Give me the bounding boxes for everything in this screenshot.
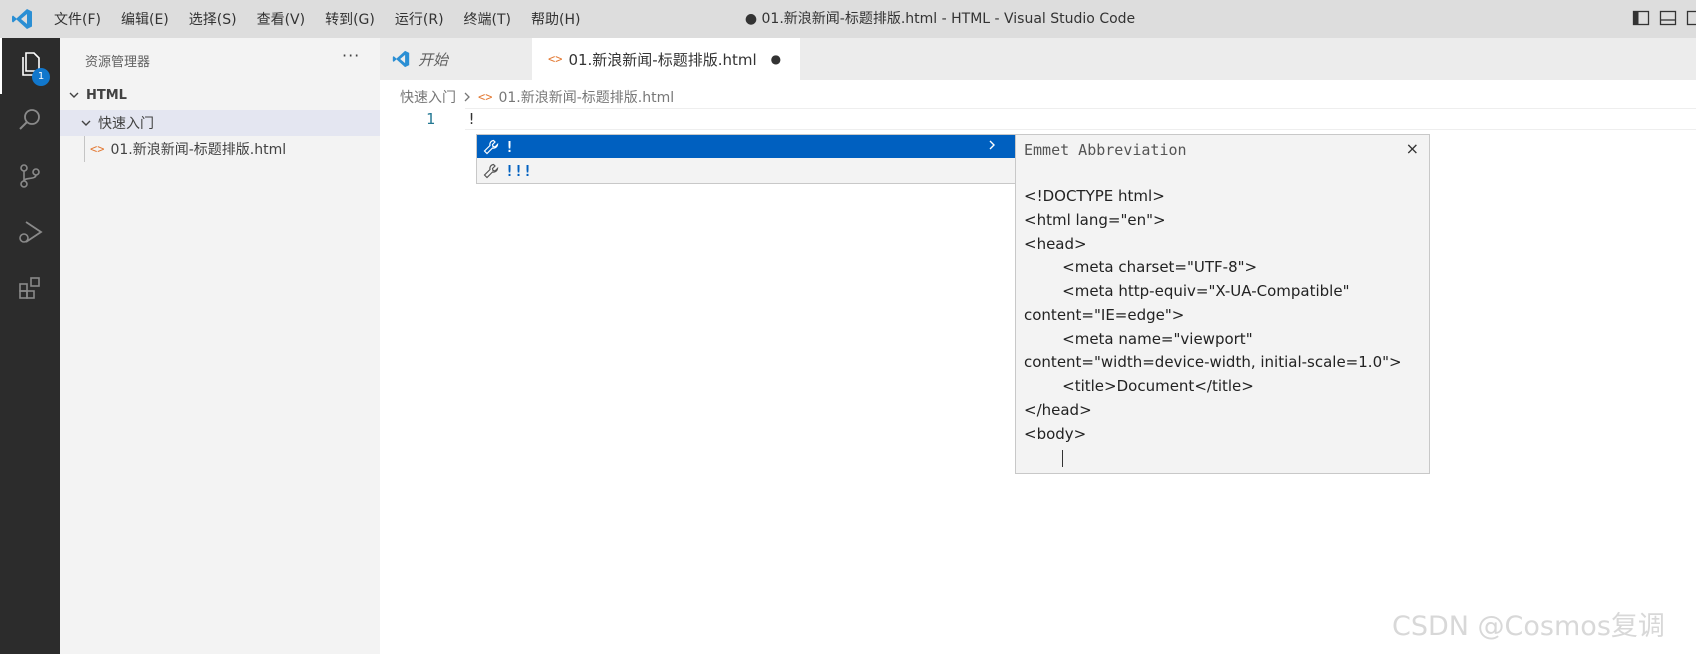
wrench-icon [483,163,499,179]
menu-terminal[interactable]: 终端(T) [464,9,511,29]
tree-folder-label: 快速入门 [98,116,154,132]
breadcrumb-folder[interactable]: 快速入门 [400,87,456,107]
more-actions-icon[interactable]: ··· [342,46,360,65]
breadcrumb-file[interactable]: 01.新浪新闻-标题排版.html [498,87,674,107]
tab-html-file[interactable]: <> 01.新浪新闻-标题排版.html ● [532,38,800,80]
source-control-icon [16,162,44,194]
menu-go[interactable]: 转到(G) [325,9,375,29]
html-file-icon: <> [90,142,105,156]
activity-source-control[interactable] [0,150,60,206]
details-line: <meta http-equiv="X-UA-Compatible" [1024,282,1350,300]
tabstop-cursor [1062,450,1063,467]
editor-tabs: 开始 <> 01.新浪新闻-标题排版.html ● [380,38,1696,80]
toggle-sidebar-icon[interactable] [1632,9,1650,31]
details-line: <!DOCTYPE html> [1024,187,1165,205]
menu-run[interactable]: 运行(R) [395,9,444,29]
tab-welcome[interactable]: 开始 [380,38,532,80]
chevron-right-icon[interactable] [987,137,997,157]
html-file-icon: <> [548,52,563,66]
layout-controls [1632,9,1696,31]
chevron-down-icon [66,89,82,101]
tree-file-html[interactable]: <> 01.新浪新闻-标题排版.html [60,136,380,162]
details-code: <!DOCTYPE html> <html lang="en"> <head> … [1024,185,1424,446]
details-header: Emmet Abbreviation [1024,141,1187,159]
chevron-down-icon [78,117,94,129]
activity-extensions[interactable] [0,262,60,318]
details-line: <body> [1024,424,1087,443]
menu-bar: 文件(F) 编辑(E) 选择(S) 查看(V) 转到(G) 运行(R) 终端(T… [54,0,600,38]
vscode-logo-icon [11,8,33,34]
details-line: <html lang="en"> [1024,210,1166,229]
html-file-icon: <> [478,90,493,104]
suggest-item[interactable]: ! [477,135,1015,158]
tree-root-html[interactable]: HTML [60,82,380,108]
details-line: <meta charset="UTF-8"> [1024,258,1258,277]
details-line: </head> [1024,400,1092,419]
menu-edit[interactable]: 编辑(E) [121,9,169,29]
activity-explorer[interactable]: 1 [0,38,60,94]
toggle-panel-icon[interactable] [1659,9,1677,31]
sidebar-title: 资源管理器 [85,55,151,70]
current-line-highlight [465,108,1696,130]
suggest-item-label: !!! [505,161,533,180]
wrench-icon [483,139,499,155]
details-line: content="IE=edge"> [1024,305,1185,324]
menu-selection[interactable]: 选择(S) [189,9,237,29]
chevron-right-icon [462,91,472,103]
activity-search[interactable] [0,94,60,150]
close-icon[interactable]: × [1406,139,1419,158]
code-line[interactable]: ! [467,110,476,128]
details-line: <title>Document</title> [1024,377,1254,395]
line-number: 1 [425,110,435,128]
breadcrumb: 快速入门 <> 01.新浪新闻-标题排版.html [400,86,674,108]
extensions-icon [16,274,44,306]
tree-folder-quickstart[interactable]: 快速入门 [60,110,380,136]
tab-html-file-label: 01.新浪新闻-标题排版.html [568,50,757,69]
activity-run-debug[interactable] [0,206,60,262]
indent-guide [84,136,85,162]
details-line: <meta name="viewport" [1024,329,1253,348]
suggest-widget: ! !!! [476,134,1016,184]
explorer-sidebar: 资源管理器 ··· HTML 快速入门 <> 01.新浪新闻-标题排版.html [60,38,380,654]
explorer-badge: 1 [32,68,50,86]
watermark: CSDN @Cosmos复调 [1392,611,1665,642]
toggle-secondary-sidebar-icon[interactable] [1686,9,1696,31]
tree-file-label: 01.新浪新闻-标题排版.html [110,142,287,158]
suggest-item[interactable]: !!! [477,159,1015,182]
details-line: <head> [1024,234,1087,253]
window-title: ● 01.新浪新闻-标题排版.html - HTML - Visual Stud… [744,11,1136,27]
menu-help[interactable]: 帮助(H) [531,9,580,29]
suggest-details: Emmet Abbreviation × <!DOCTYPE html> <ht… [1015,134,1430,474]
unsaved-dot-icon[interactable]: ● [771,52,781,66]
run-debug-icon [16,218,44,250]
vscode-logo-icon [392,50,410,68]
tab-welcome-label: 开始 [418,50,449,69]
title-bar: 文件(F) 编辑(E) 选择(S) 查看(V) 转到(G) 运行(R) 终端(T… [0,0,1696,38]
menu-view[interactable]: 查看(V) [257,9,306,29]
tree-root-label: HTML [86,87,127,103]
menu-file[interactable]: 文件(F) [54,9,101,29]
suggest-item-label: ! [505,137,515,156]
search-icon [16,106,44,138]
activity-bar: 1 [0,38,60,654]
details-line: content="width=device-width, initial-sca… [1024,353,1402,372]
